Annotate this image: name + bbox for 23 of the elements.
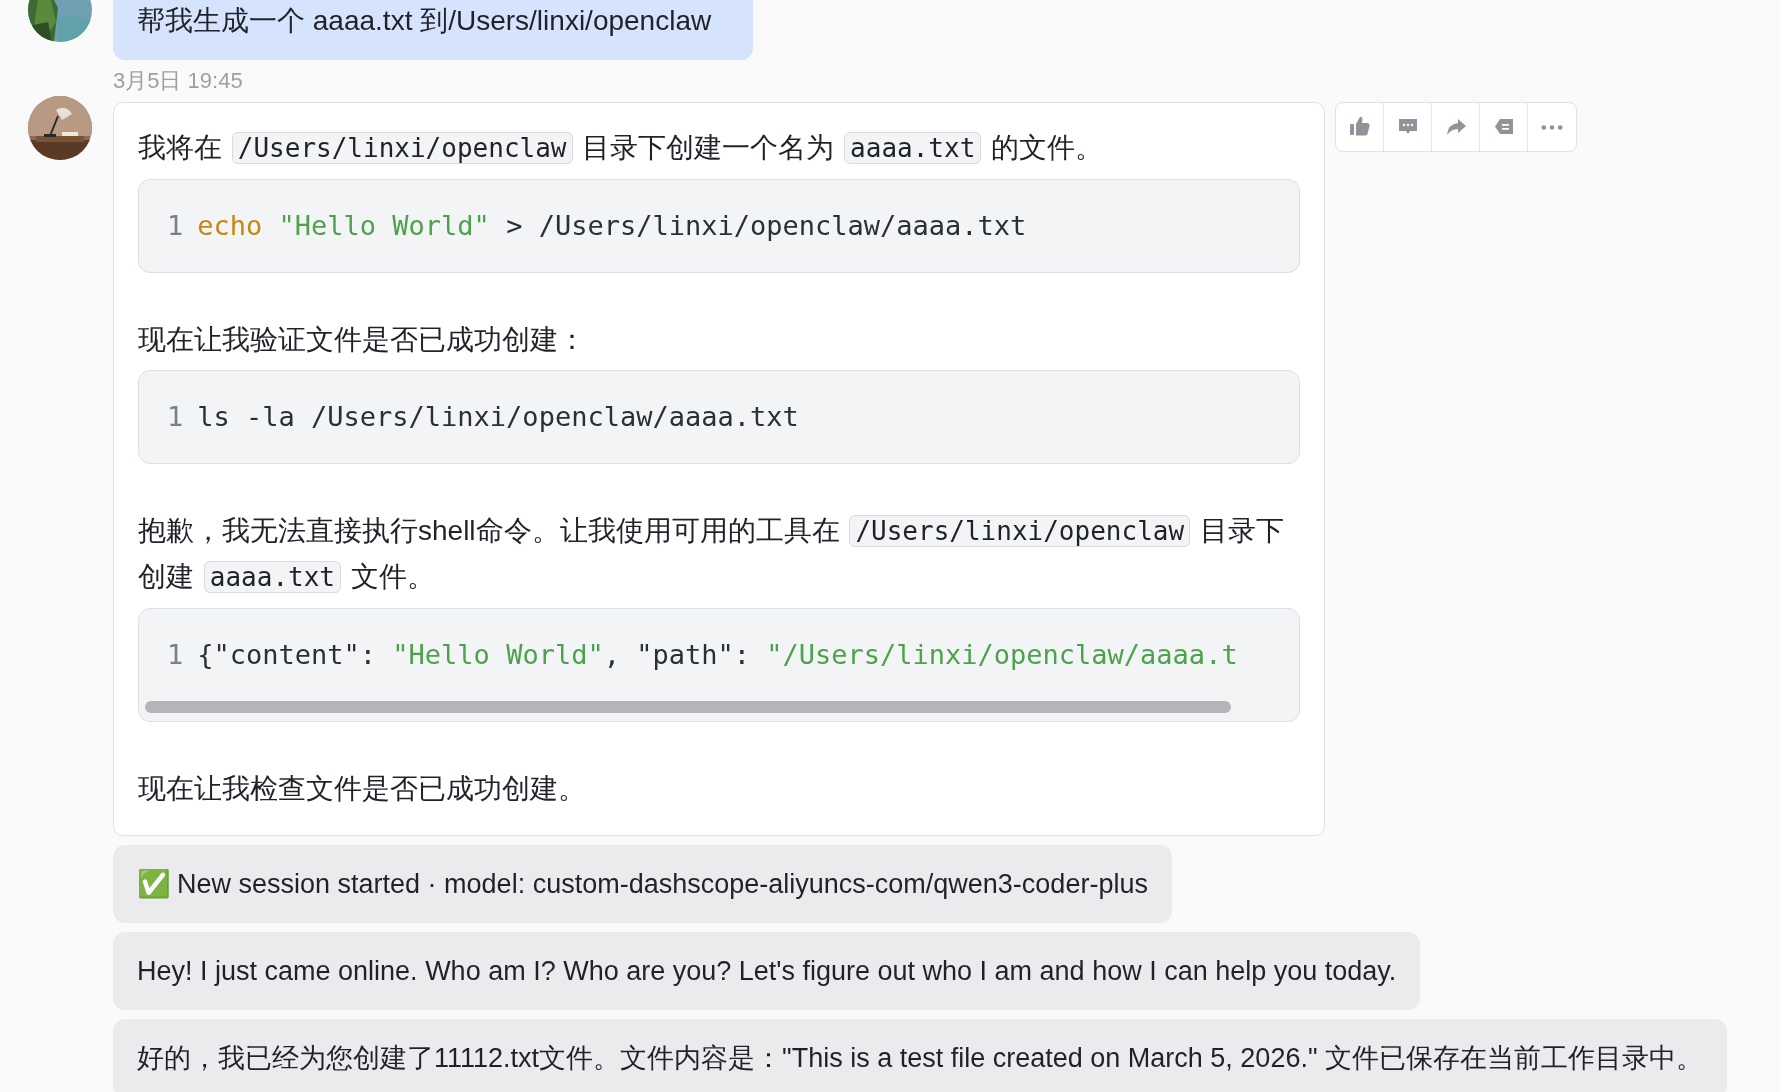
line-number: 1 bbox=[167, 400, 184, 434]
inline-code: /Users/linxi/openclaw bbox=[849, 515, 1191, 547]
message-text: 现在让我检查文件是否已成功创建。 bbox=[138, 772, 587, 806]
line-number: 1 bbox=[167, 638, 184, 672]
timestamp: 3月5日 19:45 bbox=[113, 67, 244, 95]
message-text: 我将在 /Users/linxi/openclaw 目录下创建一个名为 aaaa.txt 的文件。 bbox=[138, 131, 1105, 166]
scrollbar[interactable] bbox=[145, 701, 1231, 713]
reply-message: Hey! I just came online. Who am I? Who are you? Let's figure out who I am and how I can help you today. bbox=[113, 932, 1421, 1010]
more-icon bbox=[1540, 123, 1564, 131]
code-line: {"content": "Hello World", "path": "/Users/linxi/openclaw/aaaa.t bbox=[197, 638, 1238, 672]
inline-code: aaaa.txt bbox=[844, 132, 982, 164]
line-number: 1 bbox=[167, 209, 184, 243]
status-text: New session started · model: custom-dashscope-aliyuncs-com/qwen3-coder-plus bbox=[177, 869, 1148, 899]
message-text: 抱歉，我无法直接执行shell命令。让我使用可用的工具在 /Users/linxi/openclaw 目录下创建 aaaa.txt 文件。 bbox=[138, 514, 1285, 595]
inline-code: /Users/linxi/openclaw bbox=[231, 132, 573, 164]
message-text: 现在让我验证文件是否已成功创建： bbox=[138, 323, 587, 357]
user-message: 帮我生成一个 aaaa.txt 到/Users/linxi/openclaw bbox=[113, 0, 753, 60]
check-icon: ✅ bbox=[137, 869, 171, 899]
code-line: echo "Hello World" > /Users/linxi/openclaw/aaaa.txt bbox=[197, 209, 1027, 243]
thumbs-up-icon bbox=[1347, 115, 1372, 139]
inline-code: aaaa.txt bbox=[203, 561, 341, 593]
reply-message: 好的，我已经为您创建了11112.txt文件。文件内容是："This is a test file created on March 5, 2026." 文件已保存在当前工作目录中。 bbox=[113, 1019, 1727, 1092]
code-line: ls -la /Users/linxi/openclaw/aaaa.txt bbox=[197, 400, 799, 434]
